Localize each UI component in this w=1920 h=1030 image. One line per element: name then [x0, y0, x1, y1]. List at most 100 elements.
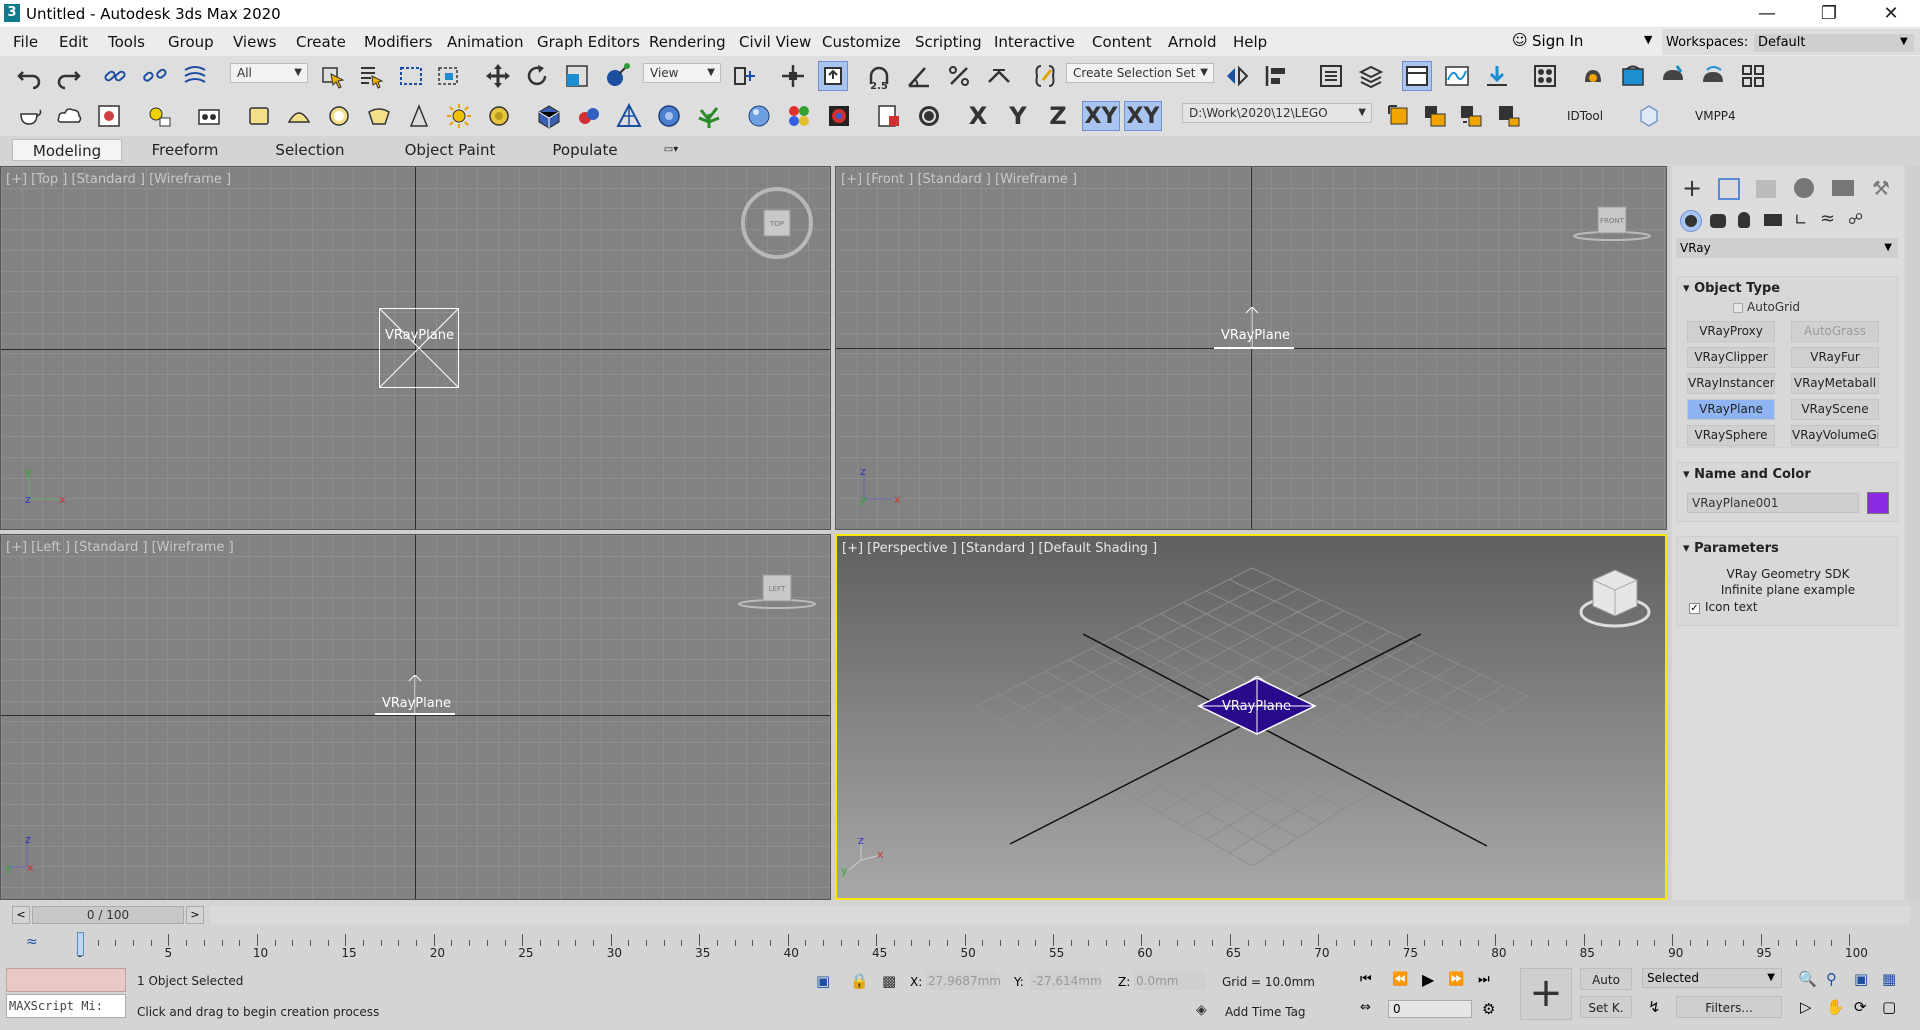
menu-rendering[interactable]: Rendering — [649, 33, 726, 51]
vrayproxy-button[interactable]: VRayProxy — [1687, 321, 1775, 342]
scatter-icon[interactable] — [694, 101, 724, 131]
bind-to-space-warp-icon[interactable] — [180, 61, 210, 91]
time-configuration-icon[interactable]: ⚙ — [1482, 1000, 1495, 1018]
absolute-mode-icon[interactable]: ▩ — [882, 972, 896, 990]
viewport-front[interactable]: VRayPlane [+] [Front ] [Standard ] [Wire… — [835, 166, 1667, 530]
x-coord-field[interactable]: 27.9687mm — [926, 972, 1001, 990]
systems-icon[interactable]: ☍ — [1848, 210, 1863, 228]
time-slider-track[interactable] — [210, 906, 1910, 924]
menu-scripting[interactable]: Scripting — [915, 33, 982, 51]
edit-named-selection-icon[interactable] — [1030, 61, 1060, 91]
key-mode-toggle-icon[interactable]: ⇔ — [1360, 1000, 1371, 1015]
viewport-label[interactable]: [+] [Left ] [Standard ] [Wireframe ] — [6, 540, 234, 555]
maximize-button[interactable]: ❐ — [1806, 0, 1852, 28]
unlink-selection-icon[interactable] — [140, 61, 170, 91]
ambient-light-icon[interactable] — [484, 101, 514, 131]
dome-primitive-icon[interactable] — [284, 101, 314, 131]
viewport-label[interactable]: [+] [Top ] [Standard ] [Wireframe ] — [6, 172, 231, 187]
render-setup-icon[interactable] — [1578, 61, 1608, 91]
reference-coordinate-dropdown[interactable]: View ▼ — [643, 63, 721, 83]
cloud-icon[interactable] — [54, 101, 84, 131]
menu-arnold[interactable]: Arnold — [1168, 33, 1217, 51]
menu-animation[interactable]: Animation — [447, 33, 523, 51]
tab-freeform[interactable]: Freeform — [140, 139, 230, 161]
render-presets-icon[interactable] — [1738, 61, 1768, 91]
sun-light-icon[interactable] — [444, 101, 474, 131]
viewport-label[interactable]: [+] [Perspective ] [Standard ] [Default … — [842, 541, 1157, 556]
z-coord-field[interactable]: 0.0mm — [1134, 972, 1206, 990]
object-color-swatch[interactable] — [1867, 492, 1889, 514]
toggle-ribbon-icon[interactable] — [1402, 61, 1432, 91]
field-of-view-icon[interactable]: ▷ — [1800, 998, 1812, 1016]
display-tab-icon[interactable] — [1832, 180, 1854, 196]
set-project-folder-icon[interactable] — [1384, 101, 1414, 131]
menu-group[interactable]: Group — [168, 33, 214, 51]
menu-interactive[interactable]: Interactive — [994, 33, 1075, 51]
light-lister-icon[interactable] — [145, 101, 175, 131]
rendered-frame-window-icon[interactable] — [1618, 61, 1648, 91]
time-tag-icon[interactable]: ◈ — [1196, 1002, 1207, 1018]
helpers-icon[interactable]: ∟ — [1794, 210, 1807, 229]
angle-snap-icon[interactable] — [904, 61, 934, 91]
viewcube-icon[interactable] — [1575, 566, 1655, 632]
tab-modeling[interactable]: Modeling — [12, 139, 122, 161]
zoom-all-icon[interactable]: ⚲ — [1826, 970, 1837, 988]
set-key-icon[interactable]: + — [1520, 968, 1572, 1020]
viewport-top[interactable]: VRayPlane [+] [Top ] [Standard ] [Wirefr… — [0, 166, 831, 530]
orbit-icon[interactable]: ⟳ — [1854, 998, 1867, 1016]
volume-grid-icon[interactable] — [654, 101, 684, 131]
multi-material-icon[interactable] — [784, 101, 814, 131]
viewcube-icon[interactable]: LEFT — [737, 573, 817, 613]
vraymetaball-button[interactable]: VRayMetaball — [1791, 373, 1879, 394]
material-sphere-icon[interactable] — [744, 101, 774, 131]
icon-text-checkbox[interactable]: ✓ — [1689, 603, 1700, 614]
create-tab-icon[interactable]: + — [1682, 174, 1702, 202]
folder-browse-icon[interactable] — [1494, 101, 1524, 131]
next-key-icon[interactable]: ⏩ — [1448, 972, 1464, 987]
render-in-cloud-icon[interactable] — [1698, 61, 1728, 91]
redo-icon[interactable] — [54, 61, 84, 91]
viewcube-icon[interactable]: FRONT — [1572, 205, 1652, 245]
scale-icon[interactable] — [562, 61, 592, 91]
restrict-to-x-button[interactable]: X — [960, 101, 996, 131]
object-name-input[interactable]: VRayPlane001 — [1687, 493, 1859, 513]
vrayclipper-button[interactable]: VRayClipper — [1687, 347, 1775, 368]
previous-frame-button[interactable]: < — [12, 906, 30, 924]
snaps-toggle-icon[interactable]: 2.5 — [864, 61, 894, 91]
key-tangent-icon[interactable]: ↯ — [1648, 998, 1661, 1016]
utilities-tab-icon[interactable]: ⚒ — [1872, 176, 1890, 200]
menu-graph-editors[interactable]: Graph Editors — [537, 33, 640, 51]
scene-explorer-icon[interactable] — [1316, 61, 1346, 91]
current-frame-marker[interactable] — [77, 932, 84, 956]
select-object-icon[interactable] — [318, 61, 348, 91]
time-slider[interactable]: 0 / 100 — [32, 906, 184, 924]
add-attribute-icon[interactable] — [874, 101, 904, 131]
percent-snap-icon[interactable] — [944, 61, 974, 91]
set-key-button[interactable]: Set K. — [1580, 996, 1632, 1018]
previous-key-icon[interactable]: ⏪ — [1392, 972, 1408, 987]
hierarchy-tab-icon[interactable] — [1756, 180, 1776, 198]
minimize-button[interactable]: — — [1744, 0, 1790, 28]
menu-modifiers[interactable]: Modifiers — [364, 33, 432, 51]
undo-icon[interactable] — [14, 61, 44, 91]
object-type-title[interactable]: ▾ Object Type — [1683, 281, 1780, 296]
metaball-icon[interactable] — [614, 101, 644, 131]
menu-tools[interactable]: Tools — [108, 33, 145, 51]
modify-tab-icon[interactable] — [1718, 178, 1740, 200]
move-icon[interactable] — [483, 61, 513, 91]
viewport-perspective[interactable]: VRayPlane [+] [Perspective ] [Standard ]… — [835, 534, 1667, 900]
restrict-to-y-button[interactable]: Y — [1000, 101, 1036, 131]
space-warps-icon[interactable]: ≈ — [1820, 208, 1835, 229]
material-editor-icon[interactable] — [1530, 61, 1560, 91]
zoom-icon[interactable]: 🔍 — [1798, 970, 1817, 988]
named-selection-set-dropdown[interactable]: Create Selection Set ▼ — [1066, 63, 1214, 83]
vrayplane-button[interactable]: VRayPlane — [1687, 399, 1775, 420]
viewcube-icon[interactable]: TOP — [739, 185, 815, 261]
menu-file[interactable]: File — [13, 33, 38, 51]
shapes-icon[interactable] — [1710, 214, 1726, 228]
close-button[interactable]: ✕ — [1868, 0, 1914, 28]
menu-help[interactable]: Help — [1233, 33, 1267, 51]
vmpp4-button[interactable]: VMPP4 — [1695, 109, 1736, 123]
box-primitive-icon[interactable] — [244, 101, 274, 131]
idtool-button[interactable]: IDTool — [1567, 109, 1603, 123]
